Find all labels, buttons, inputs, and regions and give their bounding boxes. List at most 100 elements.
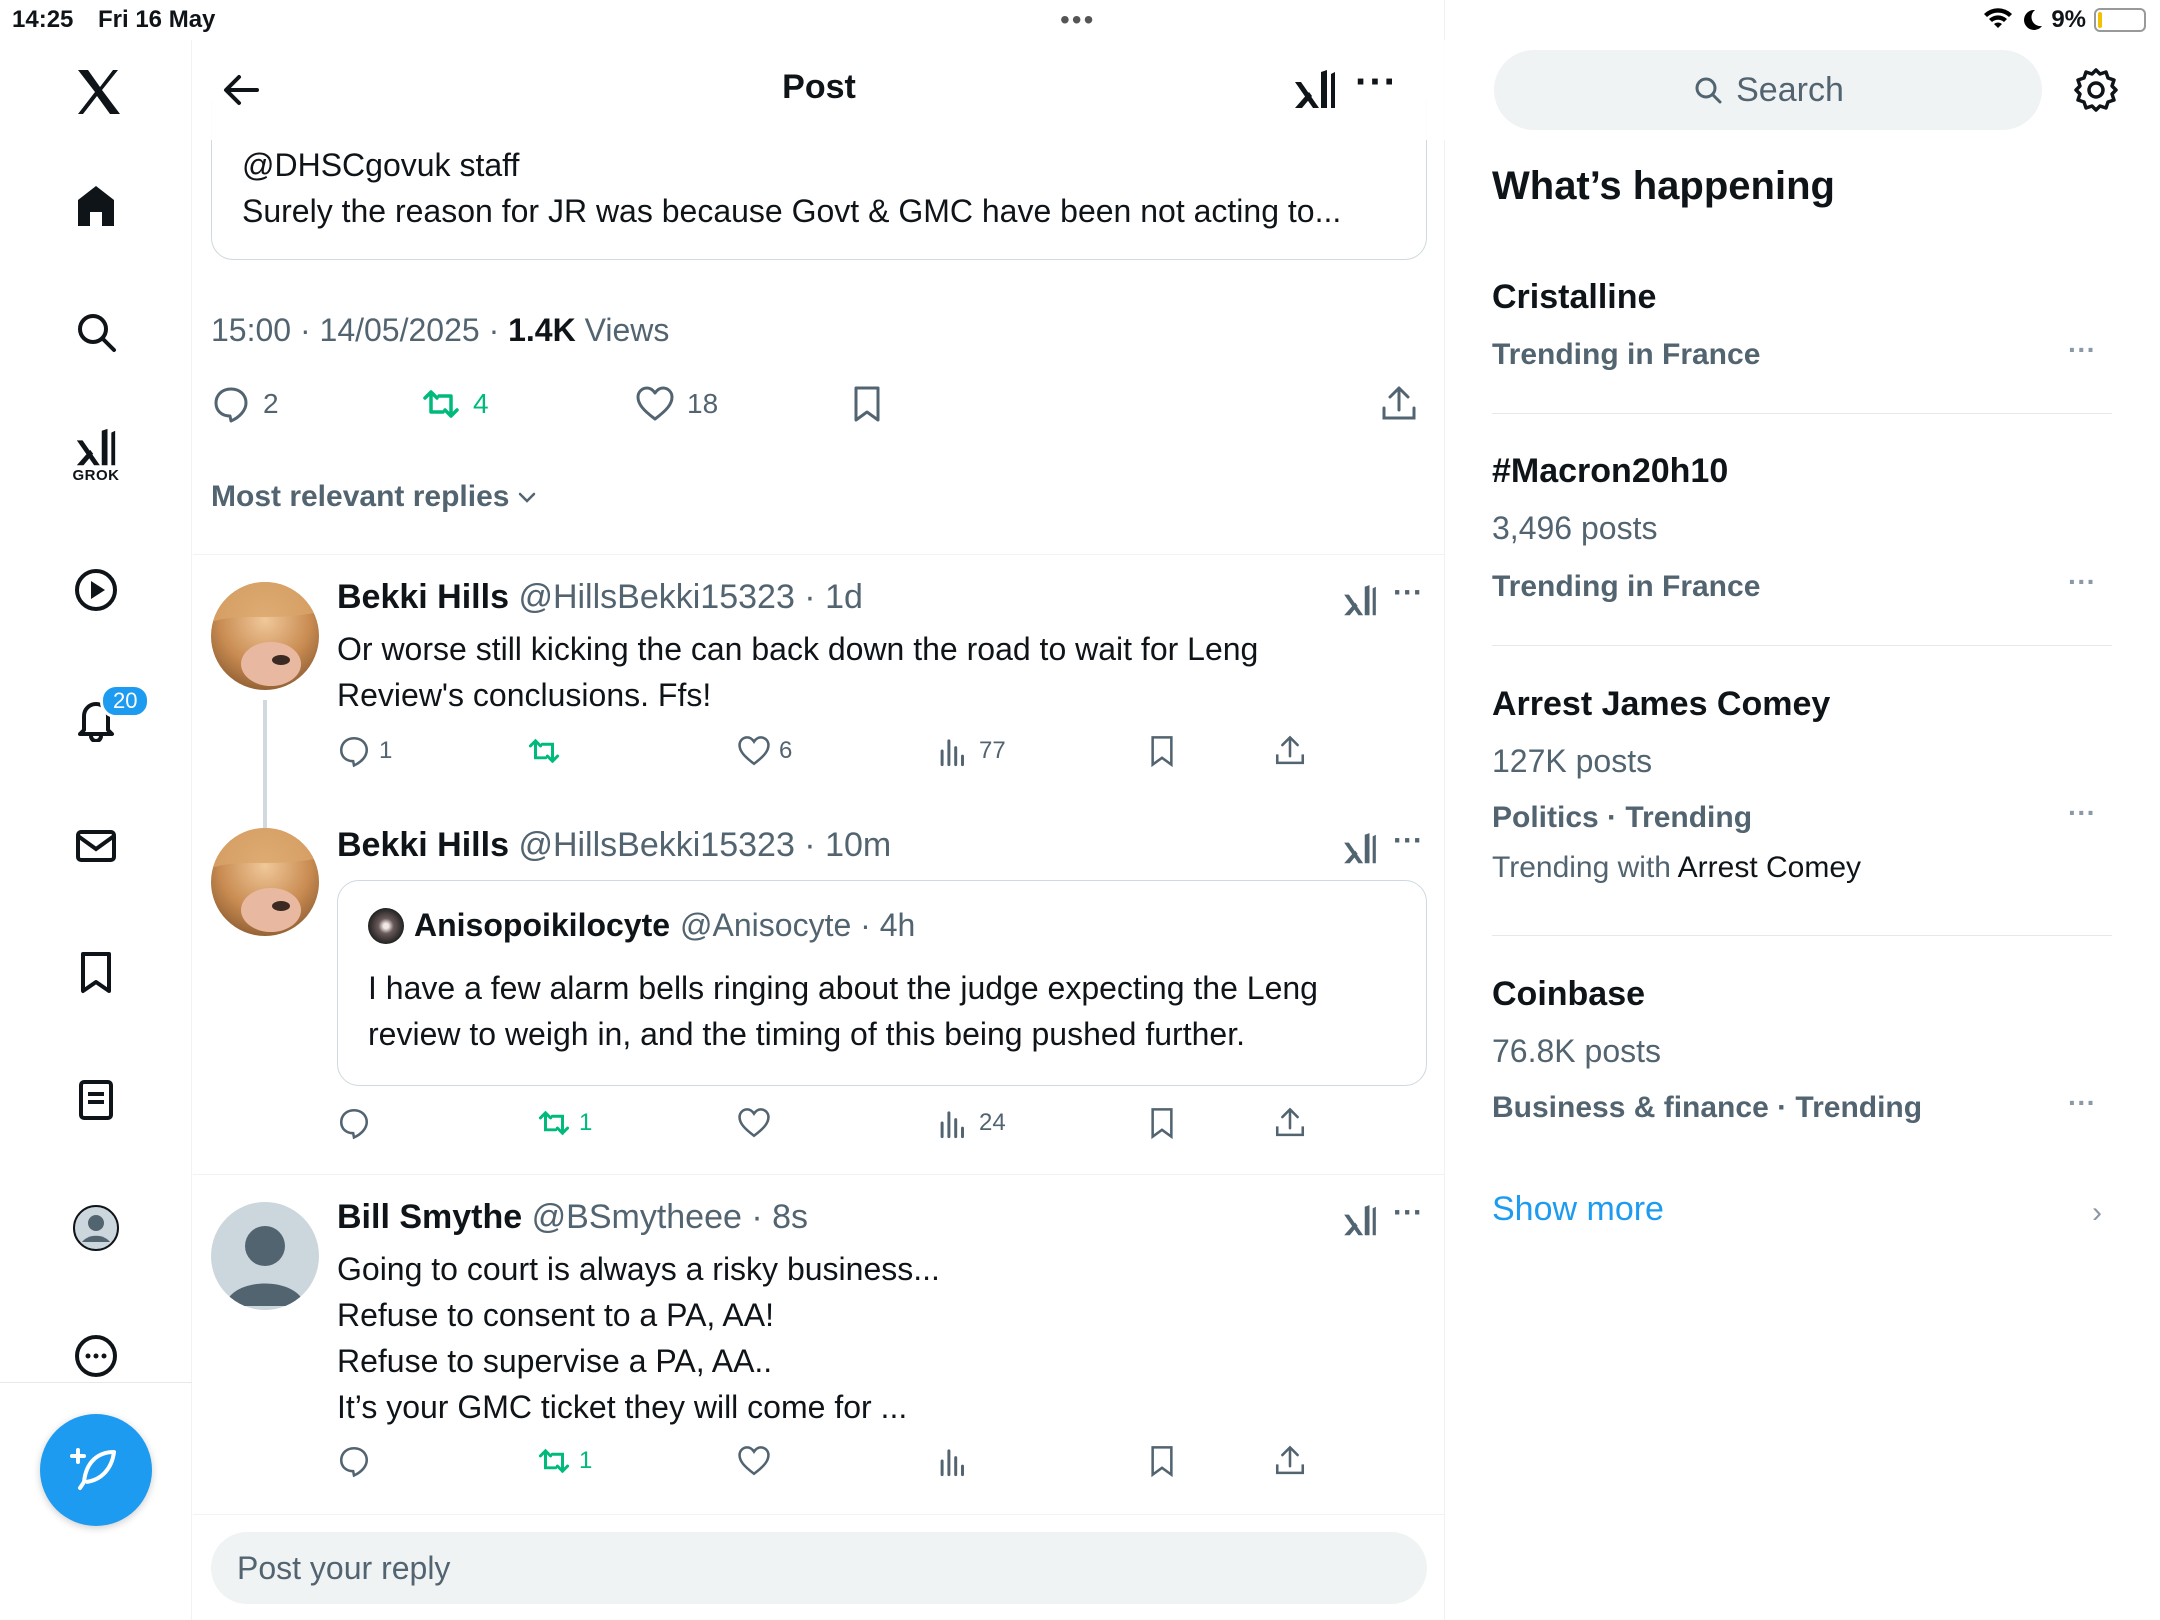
bookmark-button[interactable] <box>847 384 887 424</box>
reply-text-line: It’s your GMC ticket they will come for … <box>337 1389 908 1425</box>
reply-input[interactable]: Post your reply <box>211 1532 1427 1604</box>
author-name[interactable]: Bekki Hills <box>337 578 509 616</box>
repost-icon <box>528 738 560 764</box>
more-options-icon[interactable]: ··· <box>2068 566 2096 598</box>
author-name[interactable]: Bekki Hills <box>337 826 509 864</box>
left-navigation: GROK 20 <box>0 40 192 1620</box>
search-input[interactable]: Search <box>1494 50 2042 130</box>
reply-icon <box>339 1446 369 1478</box>
reply-button[interactable]: 2 <box>211 384 279 424</box>
repost-icon <box>423 390 459 418</box>
home-icon[interactable] <box>56 166 136 246</box>
share-button[interactable] <box>1273 1444 1307 1478</box>
trend-category: Trending in France <box>1492 570 1761 603</box>
reply-button[interactable]: 1 <box>337 734 392 768</box>
repost-button[interactable]: 4 <box>421 384 489 424</box>
more-options-icon[interactable]: ··· <box>1393 824 1423 858</box>
quoted-author-name: Anisopoikilocyte <box>414 907 671 943</box>
more-options-icon[interactable]: ··· <box>2068 1087 2096 1119</box>
reply-sort-dropdown[interactable]: Most relevant replies <box>211 480 539 514</box>
profile-avatar-icon[interactable] <box>56 1188 136 1268</box>
like-button[interactable]: 6 <box>737 734 792 768</box>
share-button[interactable] <box>1273 734 1307 768</box>
grok-explain-icon[interactable] <box>1341 830 1379 868</box>
heart-icon <box>738 1108 770 1138</box>
trend-item[interactable]: Arrest James Comey 127K posts Politics ·… <box>1492 685 2112 915</box>
more-options-icon[interactable]: ··· <box>1393 576 1423 610</box>
like-button[interactable] <box>737 1444 779 1478</box>
grok-icon[interactable]: GROK <box>56 414 136 494</box>
like-button[interactable]: 18 <box>635 384 718 424</box>
bookmark-button[interactable] <box>1145 734 1179 768</box>
messages-envelope-icon[interactable] <box>56 806 136 886</box>
x-logo-icon[interactable] <box>56 50 136 130</box>
views-chart-icon <box>940 739 964 767</box>
author-handle-time[interactable]: @HillsBekki15323 · 1d <box>518 578 862 616</box>
chevron-right-icon[interactable]: › <box>2092 1196 2102 1230</box>
default-avatar[interactable] <box>211 1202 319 1310</box>
share-button[interactable] <box>1273 1106 1307 1140</box>
more-options-icon[interactable]: ··· <box>1393 1196 1423 1230</box>
main-column: @DHSCgovuk staff Surely the reason for J… <box>193 0 1445 1620</box>
reply-button[interactable] <box>337 1444 379 1478</box>
avatar[interactable] <box>211 582 319 690</box>
views-chart-icon <box>940 1111 964 1139</box>
repost-button[interactable]: 1 <box>537 1444 592 1478</box>
reply-button[interactable] <box>337 1106 379 1140</box>
repost-icon <box>538 1448 570 1474</box>
views-count: 1.4K <box>508 312 576 348</box>
quoted-post-line-1: @DHSCgovuk staff <box>242 147 520 183</box>
bookmarks-icon[interactable] <box>56 932 136 1012</box>
lists-icon[interactable] <box>56 1060 136 1140</box>
reply-actions: 1 6 77 <box>337 734 1337 774</box>
trend-item[interactable]: #Macron20h10 3,496 posts Trending in Fra… <box>1492 452 2112 632</box>
author-handle-time[interactable]: @BSmytheee · 8s <box>532 1198 808 1236</box>
compose-post-button[interactable] <box>40 1414 152 1526</box>
views-button[interactable] <box>937 1444 979 1478</box>
author-handle-time[interactable]: @HillsBekki15323 · 10m <box>518 826 891 864</box>
reply-count: 1 <box>379 737 393 764</box>
grok-explain-icon[interactable] <box>1291 66 1339 114</box>
repost-button[interactable]: 1 <box>537 1106 592 1140</box>
reply-text: Or worse still kicking the can back down… <box>337 626 1337 718</box>
more-options-icon[interactable]: ··· <box>2068 334 2096 366</box>
trending-with-name[interactable]: Arrest Comey <box>1678 851 1861 884</box>
quoted-post-card[interactable]: Anisopoikilocyte @Anisocyte · 4h I have … <box>337 880 1427 1086</box>
bookmark-button[interactable] <box>1145 1106 1179 1140</box>
reply-text-line: Review's conclusions. Ffs! <box>337 677 712 713</box>
avatar[interactable] <box>211 828 319 936</box>
reply-item[interactable]: Bill Smythe @BSmytheee · 8s ··· Going to… <box>193 1174 1445 1514</box>
trend-post-count: 76.8K posts <box>1492 1033 1661 1069</box>
more-options-icon[interactable] <box>56 1316 136 1396</box>
more-options-icon[interactable]: ··· <box>1355 60 1398 105</box>
like-count: 18 <box>687 388 719 419</box>
trend-title: Coinbase <box>1492 975 1646 1013</box>
author-name[interactable]: Bill Smythe <box>337 1198 522 1236</box>
quoted-text-line: review to weigh in, and the timing of th… <box>368 1016 1245 1052</box>
grok-explain-icon[interactable] <box>1341 1202 1379 1240</box>
more-options-icon[interactable]: ··· <box>2068 797 2096 829</box>
explore-search-icon[interactable] <box>56 292 136 372</box>
reply-item[interactable]: Bekki Hills @HillsBekki15323 · 10m ··· A… <box>193 814 1445 1174</box>
post-time: 15:00 <box>211 312 292 348</box>
quoted-text-line: I have a few alarm bells ringing about t… <box>368 970 1318 1006</box>
compose-feather-icon <box>70 1448 116 1490</box>
notifications-bell-icon[interactable]: 20 <box>56 678 151 758</box>
reply-item[interactable]: Bekki Hills @HillsBekki15323 · 1d ··· Or… <box>193 554 1445 840</box>
grok-explain-icon[interactable] <box>1341 582 1379 620</box>
post-actions: 2 4 18 <box>211 384 1431 434</box>
views-button[interactable]: 24 <box>937 1106 1006 1140</box>
like-button[interactable] <box>737 1106 779 1140</box>
views-button[interactable]: 77 <box>937 734 1006 768</box>
bookmark-button[interactable] <box>1145 1444 1179 1478</box>
share-button[interactable] <box>1379 384 1419 424</box>
trend-item[interactable]: Coinbase 76.8K posts Business & finance … <box>1492 975 2112 1155</box>
avatar <box>368 907 404 944</box>
settings-gear-icon[interactable] <box>2072 66 2120 114</box>
trend-item[interactable]: Cristalline Trending in France ··· <box>1492 278 2112 418</box>
show-more-link[interactable]: Show more <box>1492 1190 1664 1229</box>
repost-button[interactable] <box>527 734 569 768</box>
reply-actions: 1 24 <box>337 1106 1337 1146</box>
videos-icon[interactable] <box>56 550 136 630</box>
quoted-author-handle-time: @Anisocyte · 4h <box>680 907 916 943</box>
